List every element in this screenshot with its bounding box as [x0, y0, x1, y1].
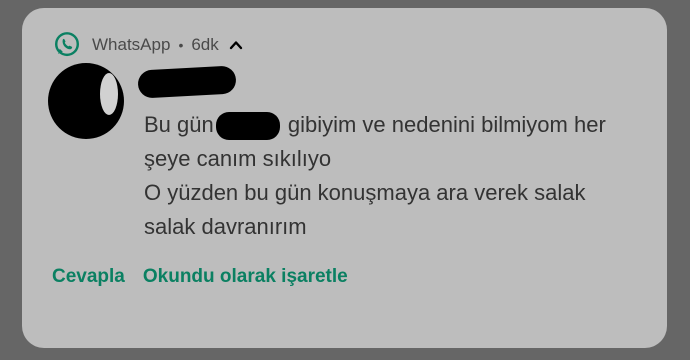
message-line-1-suffix: gibiyim ve nedenini bilmiyom her: [287, 112, 606, 137]
message-block-1: Bu gün gibiyim ve nedenini bilmiyom her …: [144, 108, 634, 176]
reply-button[interactable]: Cevapla: [52, 266, 125, 288]
message-block-2: O yüzden bu gün konuşmaya ara verek sala…: [144, 176, 634, 244]
word-redaction: [215, 112, 280, 141]
notification-time: 6dk: [191, 35, 219, 54]
message-line-1-prefix: Bu gün: [144, 112, 214, 137]
message-line-3: O yüzden bu gün konuşmaya ara verek sala…: [144, 180, 586, 205]
app-name: WhatsApp: [92, 35, 171, 54]
avatar: [48, 63, 124, 139]
message-body: Bu gün gibiyim ve nedenini bilmiyom her …: [144, 108, 634, 244]
message-line-2: şeye canım sıkılıyo: [144, 146, 332, 171]
whatsapp-icon: [55, 32, 79, 57]
notification-actions: Cevapla Okundu olarak işaretle: [52, 266, 348, 288]
notification-card[interactable]: WhatsApp • 6dk Bu gün gibiyim ve nedenin…: [22, 8, 667, 348]
sender-redaction: [137, 65, 237, 99]
chevron-up-icon[interactable]: [229, 38, 243, 52]
mark-as-read-button[interactable]: Okundu olarak işaretle: [143, 266, 348, 288]
header-separator: •: [178, 37, 184, 53]
message-line-1: Bu gün gibiyim ve nedenini bilmiyom her: [144, 108, 634, 142]
message-line-4: salak davranırım: [144, 214, 307, 239]
notification-header: WhatsApp • 6dk: [52, 30, 243, 60]
